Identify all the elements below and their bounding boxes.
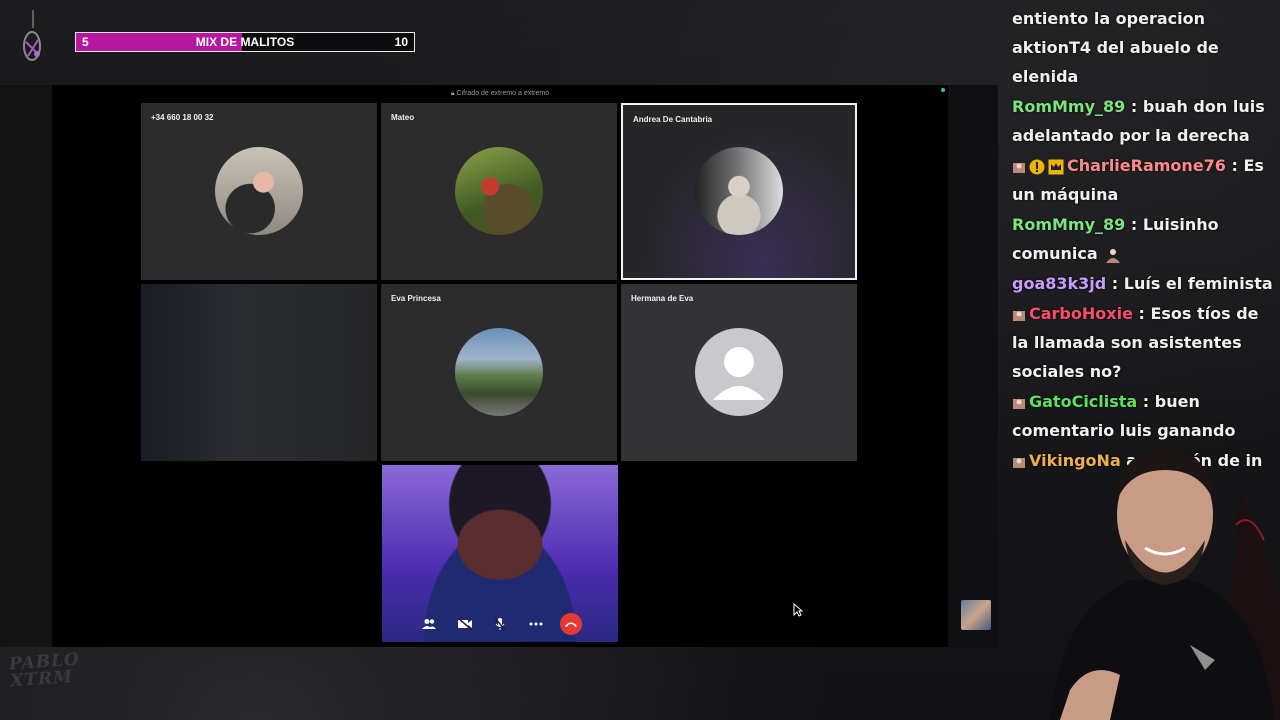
figure-badge-icon (1012, 455, 1026, 469)
chat-username[interactable]: RomMmy_89 (1012, 215, 1125, 234)
participant-name: Eva Princesa (391, 294, 441, 303)
chat-message: CarboHoxie : Esos tíos de la llamada son… (1012, 299, 1278, 386)
figure-badge-icon (1012, 308, 1026, 322)
participant-name: Hermana de Eva (631, 294, 694, 303)
capture-frame-right (948, 85, 998, 647)
logo-line-2: XTRM (9, 667, 74, 692)
chat-username[interactable]: RomMmy_89 (1012, 97, 1125, 116)
chat-message: entiento la operacion aktionT4 del abuel… (1012, 4, 1278, 91)
participant-name: Andrea De Cantabria (633, 115, 713, 124)
participants-button[interactable] (418, 613, 440, 635)
video-toggle-button[interactable] (454, 613, 476, 635)
more-options-button[interactable] (525, 613, 547, 635)
mouse-cursor-icon (793, 603, 803, 617)
goal-label: MIX DE MALITOS (195, 35, 295, 49)
chat-message-text: : Luís el feminista (1106, 274, 1273, 293)
figure-badge-icon (1103, 247, 1123, 263)
capture-frame-left (0, 85, 52, 647)
participant-name: Mateo (391, 113, 415, 122)
participant-name: +34 660 18 00 32 (151, 113, 214, 122)
participant-tile[interactable]: Mateo (381, 103, 617, 280)
warning-badge-icon (1029, 159, 1045, 175)
connection-status-dot (941, 88, 945, 92)
streamer-logo-icon (23, 10, 41, 61)
end-call-button[interactable] (560, 613, 582, 635)
goal-max-value: 10 (394, 35, 408, 49)
participant-tile-video[interactable] (141, 284, 377, 461)
participant-avatar (455, 328, 543, 416)
participant-avatar (215, 147, 303, 235)
end-call-icon (565, 622, 577, 627)
mic-off-icon (494, 617, 506, 631)
goal-progress-bar: 5 MIX DE MALITOS 10 (75, 32, 415, 52)
chat-message: CharlieRamone76 : Es un máquina (1012, 151, 1278, 209)
default-user-icon (695, 328, 783, 416)
encryption-note-text: Cifrado de extremo a extremo (456, 90, 550, 97)
participant-tile-active-speaker[interactable]: Andrea De Cantabria (621, 103, 857, 280)
participant-tile[interactable]: Hermana de Eva (621, 284, 857, 461)
mic-toggle-button[interactable] (489, 613, 511, 635)
chat-username[interactable]: GatoCiclista (1029, 392, 1137, 411)
chat-username[interactable]: CarboHoxie (1029, 304, 1133, 323)
figure-badge-icon (1012, 396, 1026, 410)
self-video-preview (382, 465, 618, 642)
chat-username[interactable]: CharlieRamone76 (1067, 156, 1226, 175)
chat-message-text: entiento la operacion aktionT4 del abuel… (1012, 9, 1219, 86)
call-controls (418, 612, 582, 636)
participant-tile[interactable]: Eva Princesa (381, 284, 617, 461)
encryption-note: 🔒︎ Cifrado de extremo a extremo (52, 90, 948, 98)
stream-chat: entiento la operacion aktionT4 del abuel… (1012, 4, 1278, 476)
video-call-window: 🔒︎ Cifrado de extremo a extremo +34 660 … (52, 85, 948, 647)
streamer-webcam (1050, 448, 1280, 720)
chat-username[interactable]: goa83k3jd (1012, 274, 1106, 293)
figure-badge-icon (1012, 160, 1026, 174)
chat-message: RomMmy_89 : buah don luis adelantado por… (1012, 92, 1278, 150)
participant-tile[interactable]: +34 660 18 00 32 (141, 103, 377, 280)
lock-icon: 🔒︎ (450, 90, 455, 97)
participant-thumbnail[interactable] (961, 600, 991, 630)
chat-message: goa83k3jd : Luís el feminista (1012, 269, 1278, 298)
video-off-icon (457, 618, 472, 630)
crown-badge-icon (1048, 159, 1064, 175)
chat-message: RomMmy_89 : Luisinho comunica (1012, 210, 1278, 268)
participant-avatar (455, 147, 543, 235)
more-icon (529, 622, 542, 626)
participant-avatar (695, 147, 783, 235)
participants-icon (422, 619, 436, 629)
streamer-logo-watermark: PABLO XTRM (8, 650, 82, 701)
